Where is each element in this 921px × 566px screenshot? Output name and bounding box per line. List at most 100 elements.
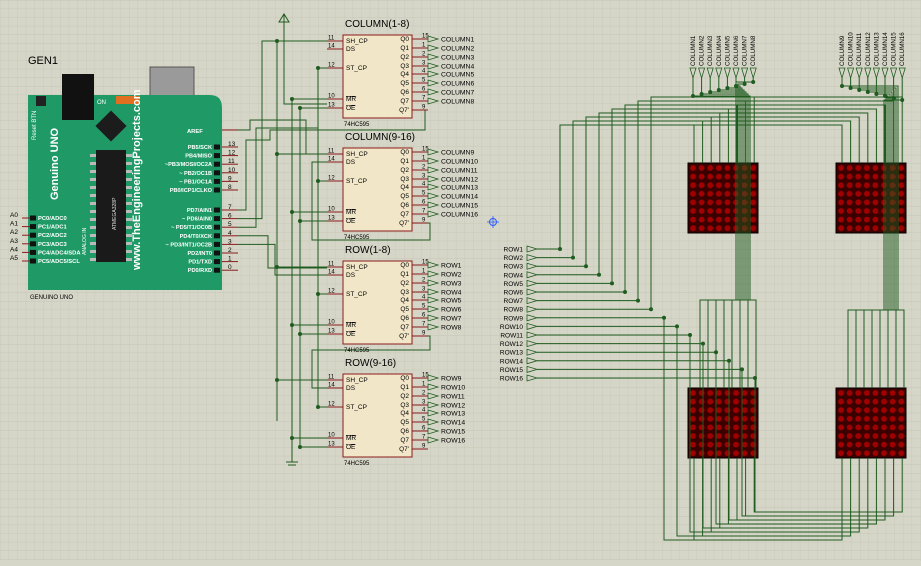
matrix-body (835, 387, 907, 459)
matrix-col-label: COLUMN11 (856, 32, 863, 66)
led-dot (880, 406, 888, 414)
register-pin-name: Q0 (400, 149, 409, 156)
register-pin-number: 14 (328, 270, 335, 276)
register-output-label: ROW1 (441, 263, 462, 270)
led-dot (724, 199, 731, 206)
matrix-row-label: ROW6 (504, 290, 524, 297)
chip-pin (126, 234, 132, 237)
register-pin-number: 13 (328, 216, 335, 222)
led-dot (698, 449, 705, 457)
led-dot (749, 173, 757, 180)
register-pin-name: Q4 (400, 297, 409, 304)
led-dot (715, 173, 723, 180)
matrix-body (687, 387, 759, 459)
led-dot (689, 199, 697, 206)
register-pin-number: 10 (328, 94, 335, 100)
register-pin-name: Q7' (399, 333, 409, 340)
led-dot (837, 398, 845, 405)
reset-button[interactable] (36, 96, 46, 106)
led-dot (715, 164, 723, 172)
led-dot (698, 207, 705, 215)
register-pin-name: Q5 (400, 193, 409, 200)
led-dot (706, 449, 714, 457)
led-dot (732, 424, 740, 431)
digital-pin-name: PB5/SCK (188, 145, 212, 151)
register-pin-name: ST_CP (346, 65, 367, 72)
led-dot (854, 441, 862, 448)
led-dot (889, 398, 896, 405)
led-dot (897, 164, 905, 172)
register-pin-number: 12 (328, 289, 335, 295)
led-dot (732, 415, 740, 423)
register-output-label: ROW6 (441, 307, 462, 314)
register-pin-name: DS (346, 46, 356, 53)
chip-pin (90, 242, 96, 245)
register-pin-number: 13 (328, 442, 335, 448)
led-dot (837, 164, 845, 172)
led-dot (872, 432, 879, 440)
header-socket (214, 170, 220, 176)
register-pin-name: MR (346, 322, 356, 329)
led-dot (715, 432, 723, 440)
led-dot (749, 216, 757, 223)
header-socket (30, 224, 36, 230)
matrix-col-label: COLUMN4 (716, 35, 723, 66)
chip-pin (126, 250, 132, 253)
register-pin-name: DS (346, 272, 356, 279)
schematic-canvas[interactable]: GEN1 ON Reset BTN Genuino UNO www.TheEng… (0, 0, 921, 561)
register-pin-name: Q1 (400, 271, 409, 278)
led-dot (724, 224, 731, 232)
matrix-col-label: COLUMN2 (699, 35, 706, 66)
analog-pin-number: A2 (10, 229, 18, 236)
led-dot (854, 173, 862, 180)
aref-label: AREF (187, 129, 203, 135)
led-dot (854, 424, 862, 431)
led-dot (897, 181, 905, 189)
chip-pin (126, 242, 132, 245)
led-dot (863, 207, 871, 215)
led-dot (706, 224, 714, 232)
digital-pin-number: 5 (228, 221, 232, 228)
register-pin-name: Q4 (400, 184, 409, 191)
wire-junction (857, 88, 862, 92)
led-dot (706, 216, 714, 223)
register-pin-name: MR (346, 96, 356, 103)
led-matrix-8x8[interactable] (835, 387, 907, 459)
register-pin-name: Q7' (399, 220, 409, 227)
analog-pin-name: PC4/ADC4/SDA (38, 250, 81, 256)
header-socket (214, 224, 220, 230)
led-dot (837, 432, 845, 440)
led-dot (749, 181, 757, 189)
chip-pin (126, 194, 132, 197)
led-dot (854, 406, 862, 414)
wire-junction (900, 98, 905, 102)
led-dot (724, 173, 731, 180)
led-dot (724, 207, 731, 215)
register-pin-name: Q5 (400, 419, 409, 426)
led-dot (854, 181, 862, 189)
led-dot (715, 415, 723, 423)
atmega-chip (96, 150, 126, 262)
led-dot (689, 398, 697, 405)
led-dot (706, 164, 714, 172)
led-dot (698, 441, 705, 448)
register-pin-name: Q0 (400, 262, 409, 269)
matrix-row-label: ROW16 (500, 376, 524, 383)
register-pin-number: 12 (328, 176, 335, 182)
digital-pin-number: 10 (228, 167, 236, 174)
chip-pin (90, 250, 96, 253)
matrix-col-label: COLUMN15 (891, 32, 898, 66)
led-matrix-8x8[interactable] (687, 387, 759, 459)
digital-pin-number: 13 (228, 141, 236, 148)
digital-pin-number: 11 (228, 158, 235, 165)
digital-pin-number: 12 (228, 150, 236, 157)
digital-pin-number: 6 (228, 213, 232, 220)
register-title: COLUMN(9-16) (345, 132, 415, 143)
register-output-label: ROW7 (441, 316, 462, 323)
chip-pin (90, 154, 96, 157)
led-dot (724, 216, 731, 223)
register-title: COLUMN(1-8) (345, 19, 409, 30)
header-socket (214, 233, 220, 239)
led-dot (715, 216, 723, 223)
register-pin-name: SH_CP (346, 151, 368, 158)
